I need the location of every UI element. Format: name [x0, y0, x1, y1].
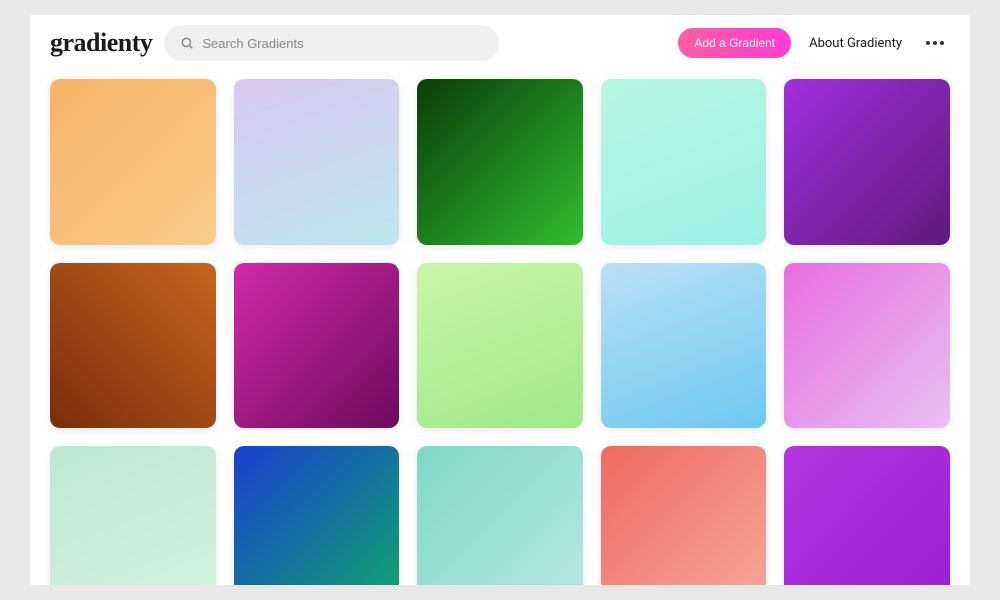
- gradient-swatch-electric-purple[interactable]: [784, 446, 950, 585]
- more-menu-button[interactable]: [920, 35, 950, 51]
- gradient-swatch-rust-copper[interactable]: [50, 263, 216, 429]
- about-link[interactable]: About Gradienty: [803, 36, 908, 51]
- app-frame: gradienty Add a Gradient About Gradienty: [30, 15, 970, 585]
- gradient-swatch-soft-lime[interactable]: [417, 263, 583, 429]
- gradient-swatch-sky-blue[interactable]: [601, 263, 767, 429]
- gradient-swatch-pink-lilac[interactable]: [784, 263, 950, 429]
- gradient-swatch-magenta-plum[interactable]: [234, 263, 400, 429]
- gradient-swatch-seafoam[interactable]: [50, 446, 216, 585]
- dot-icon: [933, 41, 937, 45]
- gradient-swatch-mint-aqua[interactable]: [601, 79, 767, 245]
- logo[interactable]: gradienty: [50, 28, 152, 58]
- gradient-swatch-orange-peach[interactable]: [50, 79, 216, 245]
- dot-icon: [940, 41, 944, 45]
- gradient-swatch-aqua-mist[interactable]: [417, 446, 583, 585]
- search-icon: [180, 36, 194, 50]
- gradient-swatch-royal-emerald[interactable]: [234, 446, 400, 585]
- search-input[interactable]: [202, 36, 483, 51]
- dot-icon: [926, 41, 930, 45]
- search-container[interactable]: [164, 25, 499, 61]
- gradient-grid: [30, 71, 970, 585]
- gradient-swatch-lavender-ice[interactable]: [234, 79, 400, 245]
- gradient-swatch-coral-blush[interactable]: [601, 446, 767, 585]
- header: gradienty Add a Gradient About Gradienty: [30, 15, 970, 71]
- gradient-swatch-forest-lime[interactable]: [417, 79, 583, 245]
- gradient-swatch-violet-plum[interactable]: [784, 79, 950, 245]
- add-gradient-button[interactable]: Add a Gradient: [678, 28, 791, 58]
